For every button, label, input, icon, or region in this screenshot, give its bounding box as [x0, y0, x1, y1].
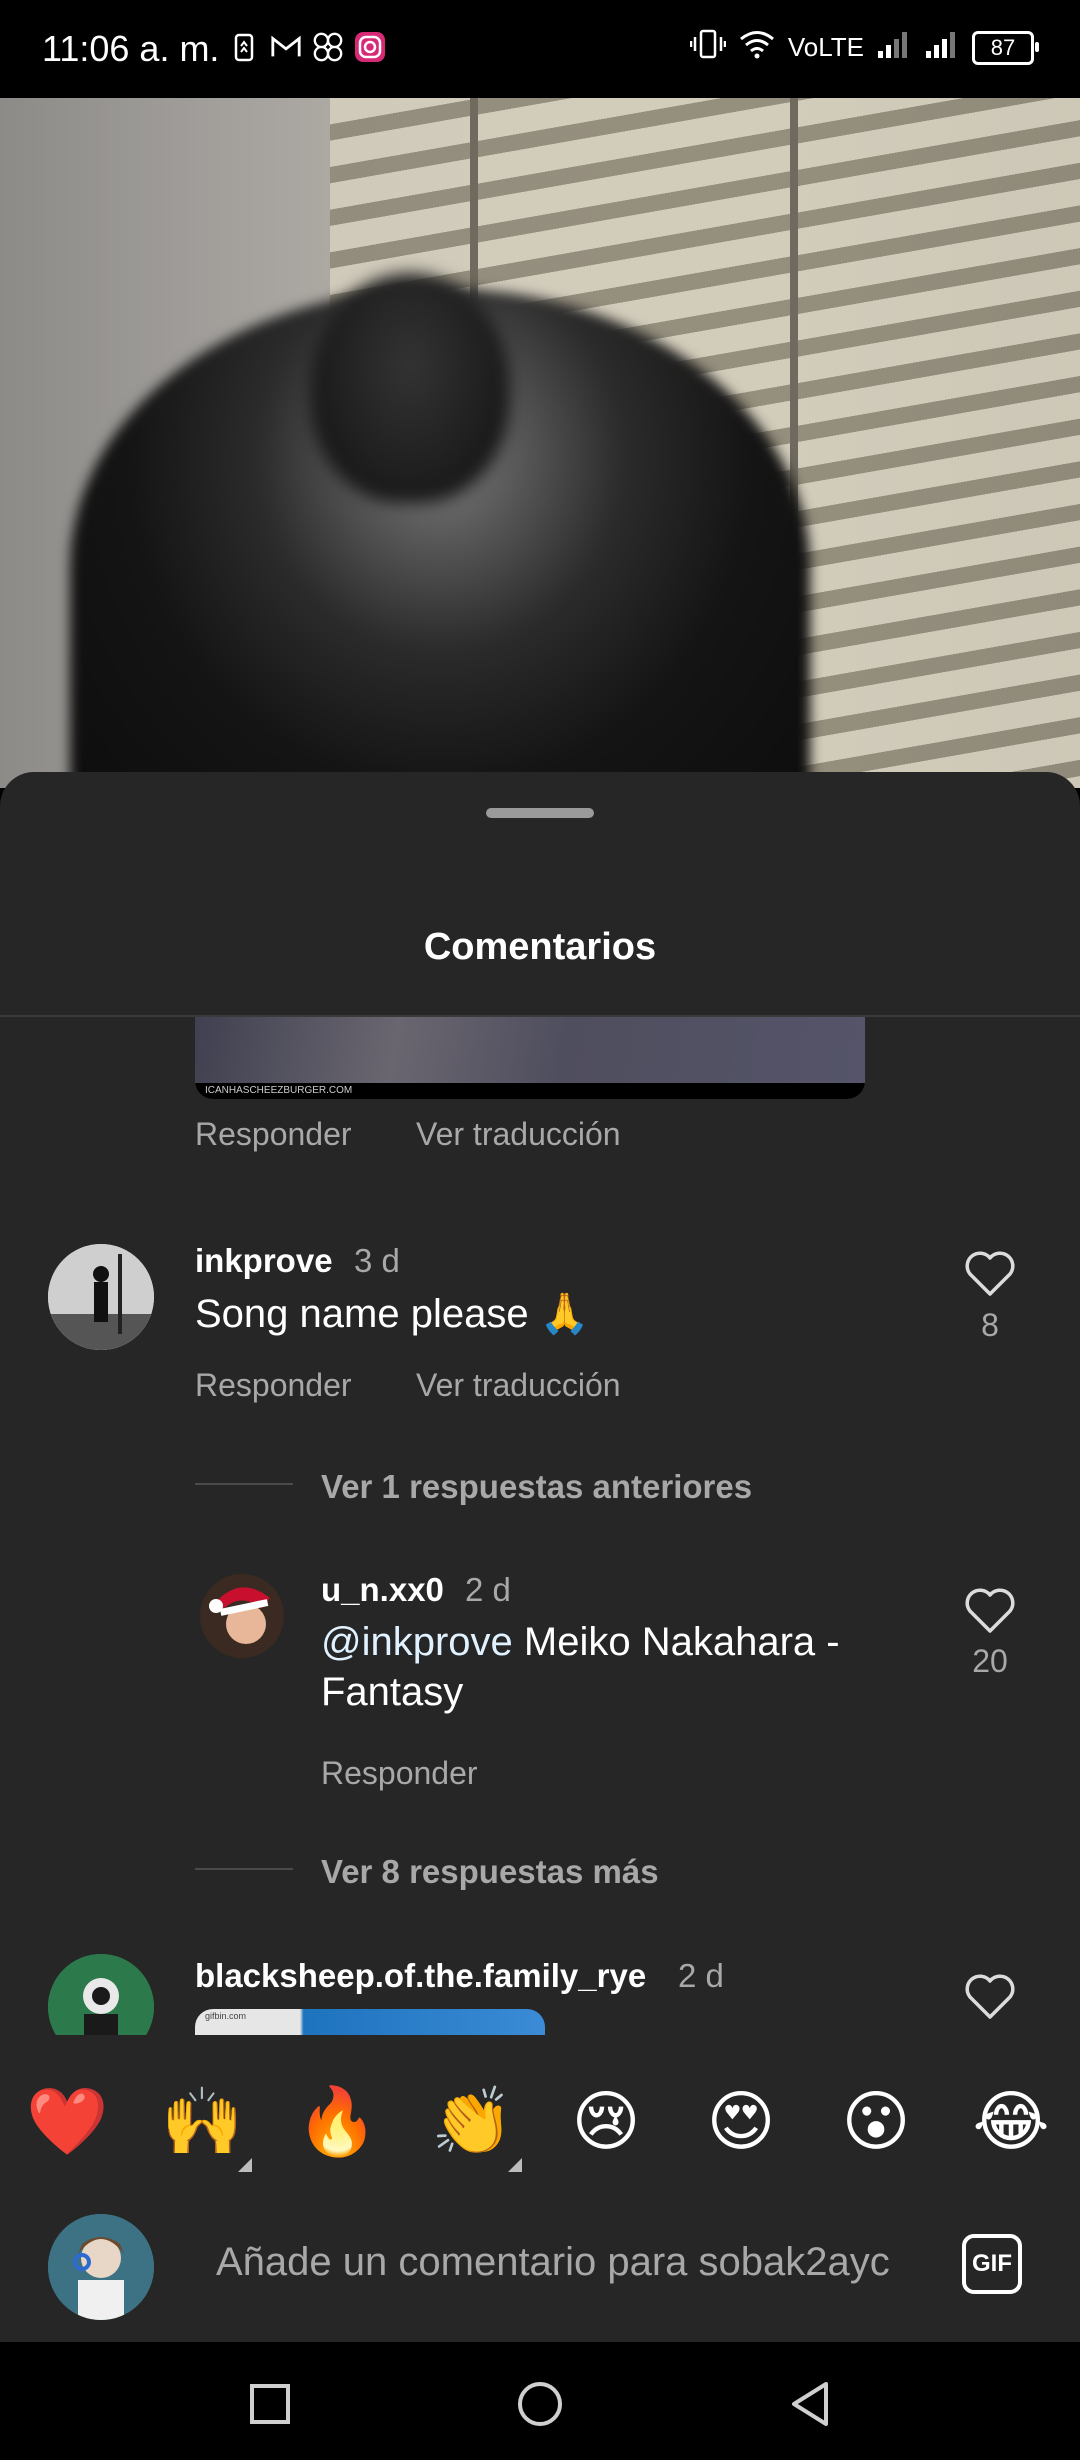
view-previous-replies[interactable]: Ver 1 respuestas anteriores [321, 1468, 752, 1506]
comment-text: Song name please 🙏 [195, 1292, 590, 1336]
heart-icon[interactable] [964, 1587, 1016, 1635]
navigation-bar [0, 2342, 1080, 2460]
heart-icon[interactable] [964, 1250, 1016, 1298]
emoji-laughing[interactable]: 😂 [971, 2082, 1051, 2162]
like-count: 20 [972, 1643, 1008, 1679]
emoji-raising-hands[interactable]: 🙌 [161, 2082, 243, 2162]
signal-icon [876, 29, 912, 66]
thread-line [195, 1483, 293, 1485]
comment-username[interactable]: inkprove [195, 1242, 333, 1280]
reply-username[interactable]: u_n.xx0 [321, 1571, 444, 1609]
avatar[interactable] [48, 1954, 154, 2035]
translate-button[interactable]: Ver traducción [416, 1367, 621, 1404]
back-icon[interactable] [782, 2376, 838, 2432]
view-more-replies[interactable]: Ver 8 respuestas más [321, 1853, 659, 1891]
status-time: 11:06 a. m. [42, 28, 220, 69]
comment-input[interactable]: Añade un comentario para sobak2ayc [216, 2240, 916, 2285]
reply-text: @inkprove Meiko Nakahara - Fantasy [321, 1617, 881, 1717]
gmail-icon [270, 30, 302, 64]
like-count: 8 [981, 1307, 999, 1343]
emoji-heart-eyes[interactable]: 😍 [701, 2082, 781, 2162]
reply-button[interactable]: Responder [321, 1755, 478, 1792]
avatar[interactable] [200, 1574, 284, 1658]
notification-icons [228, 30, 386, 64]
system-indicators: VoLTE 87 [689, 28, 1039, 67]
emoji-crying[interactable]: 😢 [566, 2082, 646, 2162]
drag-handle[interactable] [486, 808, 594, 818]
media-image [195, 1017, 865, 1083]
comment-time: 2 d [678, 1957, 724, 1994]
avatar[interactable] [48, 1244, 154, 1350]
home-icon[interactable] [512, 2376, 568, 2432]
comment-composer: Añade un comentario para sobak2ayc GIF [0, 2200, 1080, 2342]
media-caption: ICANHASCHEEZBURGER.COM [195, 1083, 865, 1099]
comment-gif[interactable]: gifbin.com [195, 2009, 545, 2035]
heart-icon[interactable] [964, 1973, 1016, 2021]
mention-link[interactable]: @inkprove [321, 1620, 513, 1664]
status-bar: 11:06 a. m. VoLTE 87 [0, 0, 1080, 98]
translate-button[interactable]: Ver traducción [416, 1116, 621, 1153]
signal-icon [924, 29, 960, 66]
gif-source-label: gifbin.com [205, 2011, 247, 2021]
emoji-surprised[interactable]: 😮 [836, 2082, 916, 2162]
vibrate-icon [689, 28, 727, 67]
reply-button[interactable]: Responder [195, 1367, 352, 1404]
comment-time: 3 d [354, 1242, 400, 1279]
emoji-clapping[interactable]: 👏 [431, 2082, 513, 2162]
emoji-heart[interactable]: ❤️ [26, 2082, 108, 2162]
gif-button[interactable]: GIF [962, 2234, 1022, 2294]
emoji-quick-bar: ❤️ 🙌 🔥 👏 😢 😍 😮 😂 [0, 2040, 1080, 2200]
battery-indicator: 87 [972, 30, 1039, 65]
recents-icon[interactable] [242, 2376, 298, 2432]
reel-video[interactable] [0, 98, 1080, 788]
dog-snout [310, 273, 510, 503]
instagram-icon [354, 30, 386, 64]
pinwheel-icon [312, 30, 344, 64]
comments-list[interactable]: ICANHASCHEEZBURGER.COM Responder Ver tra… [0, 1017, 1080, 2035]
thread-line [195, 1868, 293, 1870]
my-avatar [48, 2214, 154, 2320]
reply-button[interactable]: Responder [195, 1116, 352, 1153]
skin-tone-indicator [238, 2158, 252, 2172]
wifi-icon [738, 29, 776, 66]
reply-time: 2 d [465, 1571, 511, 1608]
battery-saver-icon [228, 30, 260, 64]
sheet-title: Comentarios [423, 926, 657, 968]
comment-media[interactable]: ICANHASCHEEZBURGER.COM [195, 1017, 865, 1099]
skin-tone-indicator [508, 2158, 522, 2172]
comment-username[interactable]: blacksheep.of.the.family_rye [195, 1957, 646, 1995]
volte-label: VoLTE [787, 32, 864, 62]
emoji-fire[interactable]: 🔥 [296, 2082, 378, 2162]
